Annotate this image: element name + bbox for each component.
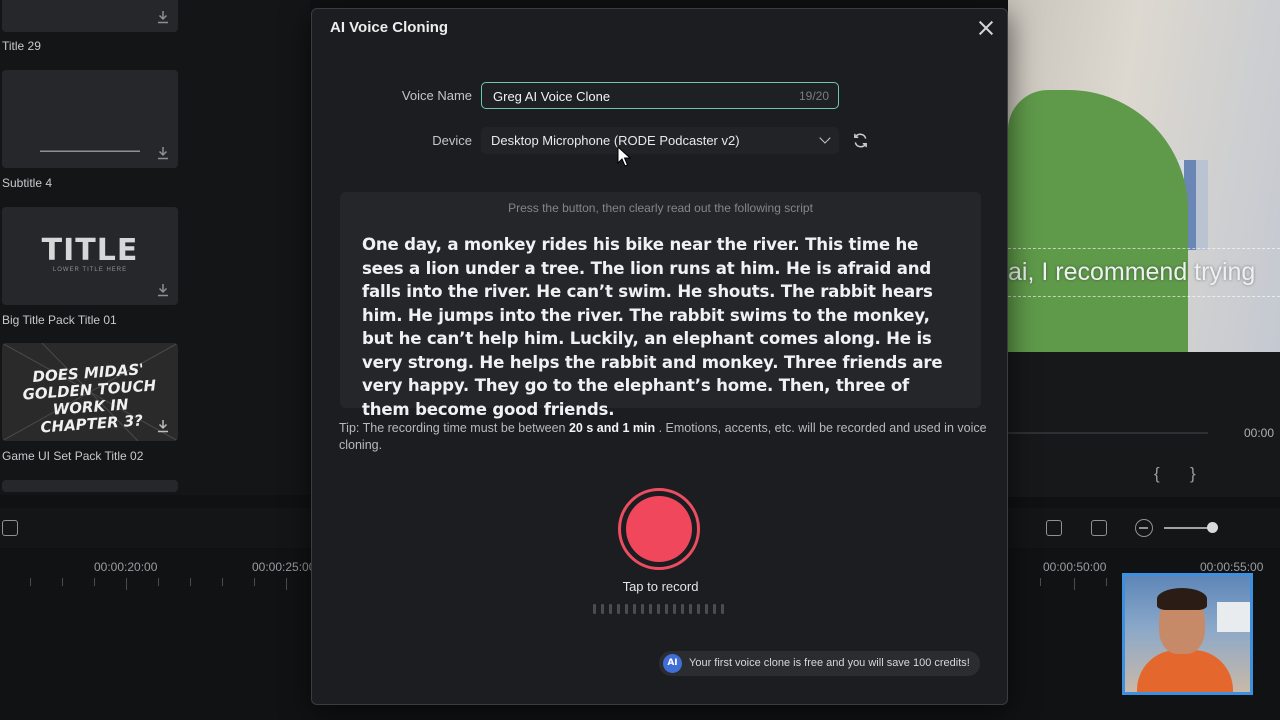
tip-duration: 20 s and 1 min [568,421,656,435]
video-preview: ai, I recommend trying [1008,0,1280,352]
library-thumb-big-title[interactable]: TITLE LOWER TITLE HERE [2,207,178,305]
preview-caption[interactable]: ai, I recommend trying [1008,258,1280,287]
library-thumb-game-ui[interactable]: DOES MIDAS' GOLDEN TOUCH WORK IN CHAPTER… [2,343,178,441]
mark-in-icon[interactable]: { [1154,464,1160,484]
download-icon[interactable] [156,419,170,433]
voice-name-input[interactable] [493,87,783,105]
caption-box-bottom [1008,296,1280,297]
playback-timecode: 00:00 [1244,426,1275,440]
ruler-tick [94,578,95,586]
voice-name-field[interactable]: 19/20 [481,82,839,109]
refresh-icon[interactable] [852,132,869,149]
download-icon[interactable] [156,10,170,24]
download-icon[interactable] [156,283,170,297]
webcam-person-hair [1157,588,1207,610]
zoom-out-icon[interactable] [1135,519,1153,537]
playback-scrubber[interactable] [1008,432,1208,434]
ruler-tick [62,578,63,586]
script-instruction: Press the button, then clearly read out … [508,201,813,215]
library-item-label: Big Title Pack Title 01 [2,313,117,327]
library-item-label: Subtitle 4 [2,176,53,190]
tip-prefix: Tip: The recording time must be between [339,421,569,435]
device-label: Device [432,133,472,148]
ruler-time-label: 00:00:25:00 [252,560,316,574]
caption-box-top [1008,248,1280,249]
webcam-overlay [1122,573,1253,695]
fit-icon[interactable] [1091,520,1107,536]
media-library-panel: Title 29 ▬▬▬▬▬▬▬▬▬▬▬▬▬▬▬▬▬▬▬▬ Subtitle 4… [0,0,310,495]
preview-person [1008,90,1188,352]
ruler-tick [1106,578,1107,586]
thumb-subtitle-text: LOWER TITLE HERE [52,267,128,273]
free-clone-notice: AI Your first voice clone is free and yo… [659,651,980,676]
library-thumb-subtitle-4[interactable]: ▬▬▬▬▬▬▬▬▬▬▬▬▬▬▬▬▬▬▬▬ [2,70,178,168]
thumb-subtitle-lines: ▬▬▬▬▬▬▬▬▬▬▬▬▬▬▬▬▬▬▬▬ [40,148,140,154]
ruler-tick [254,578,255,586]
mark-out-icon[interactable]: } [1190,464,1196,484]
ruler-tick [126,578,127,590]
library-thumb-next[interactable] [2,480,178,492]
thumb-title-text: TITLE [41,233,139,268]
ai-badge-icon: AI [663,654,682,673]
voice-name-char-count: 19/20 [798,89,829,103]
device-selected-value: Desktop Microphone (RODE Podcaster v2) [491,133,740,148]
close-icon[interactable] [977,19,995,37]
ruler-tick [190,578,191,586]
camera-icon[interactable] [1046,520,1062,536]
record-label: Tap to record [622,579,699,594]
download-icon[interactable] [156,146,170,160]
script-panel: Press the button, then clearly read out … [340,192,981,419]
library-item-label: Title 29 [2,39,41,53]
library-item-label: Game UI Set Pack Title 02 [2,449,144,463]
webcam-person-body [1137,650,1233,692]
device-dropdown[interactable]: Desktop Microphone (RODE Podcaster v2) [481,127,839,154]
recording-tip: Tip: The recording time must be between … [339,420,989,454]
script-text: One day, a monkey rides his bike near th… [362,235,943,419]
auto-caption-icon[interactable] [2,520,18,536]
webcam-background-board [1217,602,1250,632]
chevron-down-icon [819,132,831,144]
zoom-slider-handle[interactable] [1207,522,1218,533]
ruler-tick [158,578,159,586]
record-button[interactable] [618,488,700,570]
voice-name-label: Voice Name [401,88,472,103]
thumb-comic-text: DOES MIDAS' GOLDEN TOUCH WORK IN CHAPTER… [21,360,157,437]
ruler-tick [286,578,287,590]
dialog-title: AI Voice Cloning [330,19,449,36]
player-controls: 00:00 { } [1008,352,1280,497]
library-thumb-title-29[interactable] [2,0,178,32]
ruler-tick [1040,578,1041,586]
ruler-time-label: 00:00:50:00 [1043,560,1107,574]
ruler-tick [30,578,31,586]
mouse-pointer-icon [617,146,631,167]
record-icon [626,496,692,562]
audio-level-meter [593,604,725,614]
ruler-tick [222,578,223,586]
ai-voice-cloning-dialog: AI Voice Cloning Voice Name 19/20 Device… [311,8,1008,705]
ruler-time-label: 00:00:20:00 [94,560,158,574]
notice-text: Your first voice clone is free and you w… [689,657,970,669]
ruler-time-label: 00:00:55:00 [1200,560,1264,574]
ruler-tick [1074,578,1075,590]
